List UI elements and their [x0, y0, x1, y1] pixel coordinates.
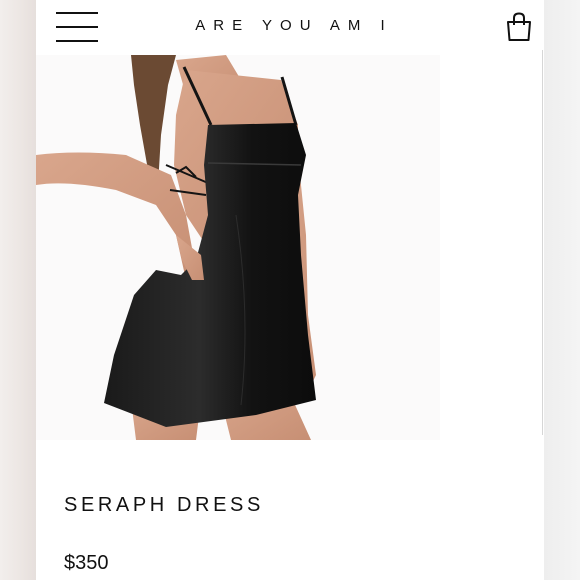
hamburger-menu-icon[interactable]: [56, 12, 98, 44]
background-left: [0, 0, 36, 580]
scrollbar[interactable]: [542, 50, 543, 435]
product-title: SERAPH DRESS: [64, 494, 264, 516]
brand-logo[interactable]: ARE YOU AM I: [156, 17, 432, 34]
product-image[interactable]: [36, 55, 440, 440]
header: ARE YOU AM I: [36, 0, 544, 55]
shopping-bag-icon[interactable]: [506, 12, 532, 42]
product-price: $350: [64, 552, 109, 574]
background-right: [544, 0, 580, 580]
product-page: ARE YOU AM I SERAPH DRESS $350: [36, 0, 544, 580]
